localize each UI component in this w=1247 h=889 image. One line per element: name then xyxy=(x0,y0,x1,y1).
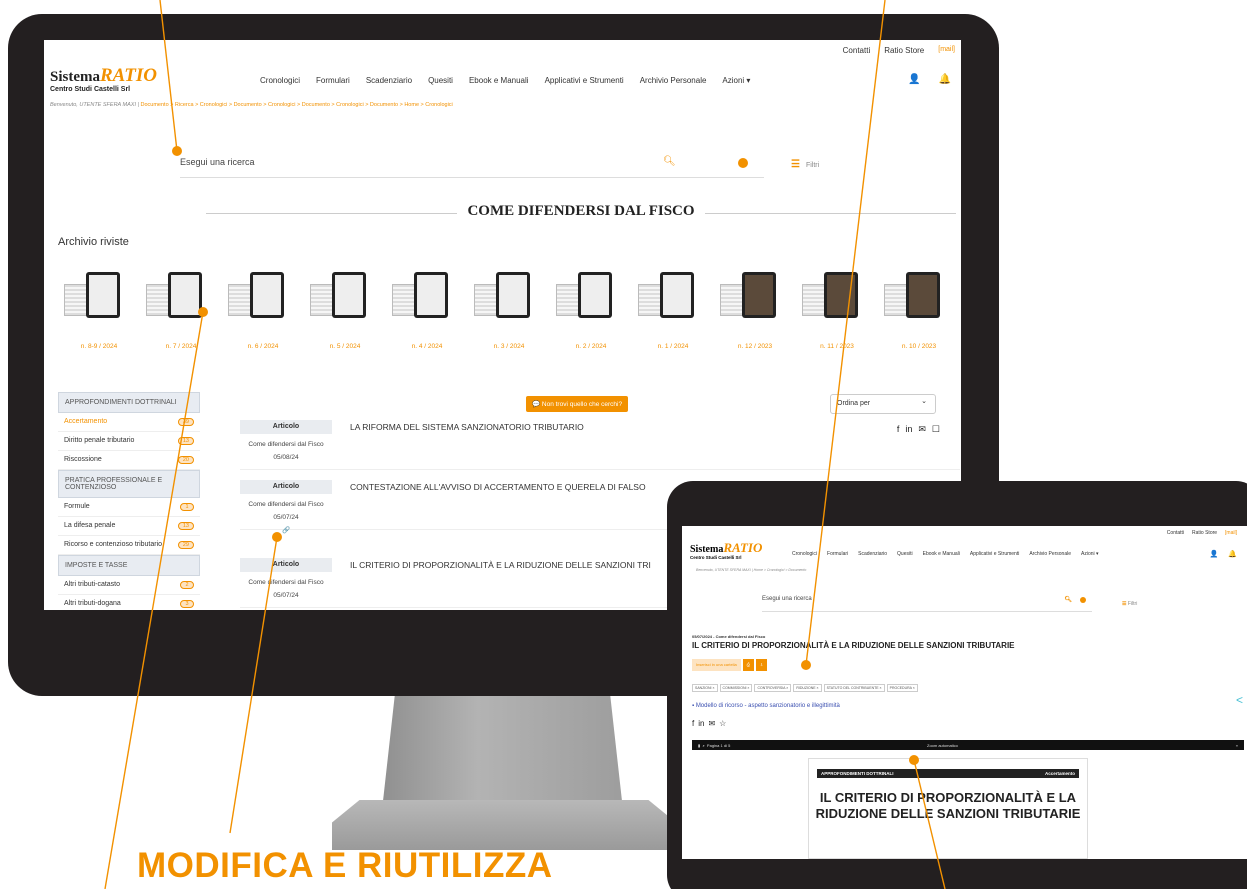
callout-line xyxy=(159,0,178,152)
chevron-left-icon: < xyxy=(1236,693,1244,707)
callout-title: MODIFICA E RIUTILIZZA xyxy=(137,846,553,885)
callout-line xyxy=(104,311,204,889)
callout-line xyxy=(805,0,886,666)
callout-lines xyxy=(104,0,946,889)
callout-dot xyxy=(909,755,919,765)
callout-line xyxy=(229,536,278,834)
callout-dot xyxy=(172,146,182,156)
callout-dot xyxy=(272,532,282,542)
callout-dot xyxy=(198,307,208,317)
callout-dot xyxy=(801,660,811,670)
callout-line xyxy=(913,759,946,889)
promo-graphic: Contatti Ratio Store [mail] SistemaRATIO… xyxy=(0,0,1247,889)
